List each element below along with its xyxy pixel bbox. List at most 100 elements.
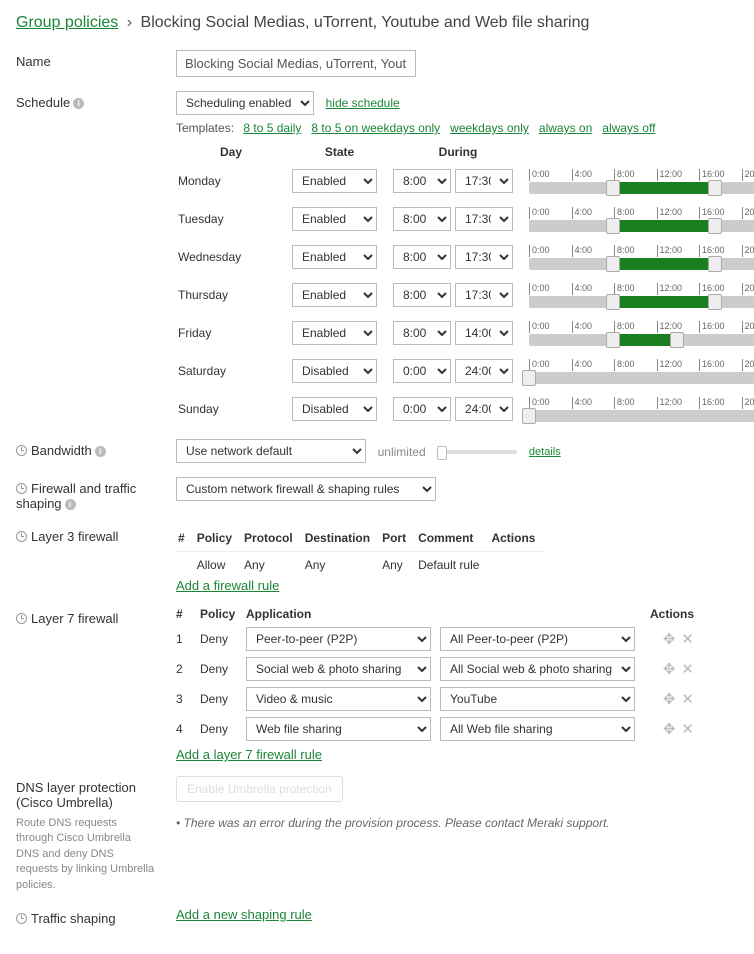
move-icon[interactable]: ✥: [663, 660, 676, 678]
move-icon[interactable]: ✥: [663, 690, 676, 708]
l7-app-select[interactable]: Social web & photo sharing: [246, 657, 431, 681]
timeline[interactable]: 0:004:008:0012:0016:0020:00: [529, 397, 754, 425]
dns-hint: Route DNS requests through Cisco Umbrell…: [16, 816, 156, 893]
template-link[interactable]: weekdays only: [450, 121, 529, 135]
fw-shaping-select[interactable]: Custom network firewall & shaping rules: [176, 477, 436, 501]
schedule-mode-select[interactable]: Scheduling enabled: [176, 91, 314, 115]
label-fw-shaping: Firewall and traffic shapingi: [16, 477, 176, 511]
breadcrumb: Group policies › Blocking Social Medias,…: [16, 14, 738, 32]
timeline-handle-start[interactable]: [606, 218, 620, 234]
time-to-select[interactable]: 24:00: [455, 359, 513, 383]
time-to-select[interactable]: 17:30: [455, 169, 513, 193]
timeline-handle-end[interactable]: [708, 218, 722, 234]
move-icon[interactable]: ✥: [663, 720, 676, 738]
timeline-handle-start[interactable]: [606, 294, 620, 310]
time-to-select[interactable]: 17:30: [455, 283, 513, 307]
clock-icon: [16, 913, 27, 924]
time-from-select[interactable]: 8:00: [393, 207, 451, 231]
template-link[interactable]: 8 to 5 daily: [243, 121, 301, 135]
l7-sub-select[interactable]: All Social web & photo sharing: [440, 657, 635, 681]
template-link[interactable]: 8 to 5 on weekdays only: [311, 121, 440, 135]
timeline-tick: 12:00: [657, 283, 700, 295]
timeline-handle-end[interactable]: [670, 332, 684, 348]
timeline-tick: 8:00: [614, 283, 657, 295]
time-from-select[interactable]: 0:00: [393, 359, 451, 383]
delete-icon[interactable]: ✕: [681, 720, 694, 738]
timeline-handle-start[interactable]: [522, 408, 536, 424]
l7-row: 4DenyWeb file sharingAll Web file sharin…: [176, 717, 738, 741]
hide-schedule-link[interactable]: hide schedule: [326, 96, 400, 110]
move-icon[interactable]: ✥: [663, 630, 676, 648]
timeline-tick: 20:00: [742, 321, 754, 333]
time-from-select[interactable]: 0:00: [393, 397, 451, 421]
l7-app-select[interactable]: Web file sharing: [246, 717, 431, 741]
time-from-select[interactable]: 8:00: [393, 283, 451, 307]
timeline-tick: 8:00: [614, 321, 657, 333]
l7-num: 2: [176, 662, 196, 676]
timeline[interactable]: 0:004:008:0012:0016:0020:00: [529, 245, 754, 273]
l7-policy: Deny: [200, 692, 242, 706]
l7-num: 4: [176, 722, 196, 736]
state-select[interactable]: Disabled: [292, 359, 377, 383]
timeline-handle-start[interactable]: [522, 370, 536, 386]
bandwidth-slider[interactable]: [437, 450, 517, 454]
info-icon[interactable]: i: [65, 499, 76, 510]
l7-row: 1DenyPeer-to-peer (P2P)All Peer-to-peer …: [176, 627, 738, 651]
timeline-handle-end[interactable]: [708, 180, 722, 196]
time-to-select[interactable]: 17:30: [455, 207, 513, 231]
timeline[interactable]: 0:004:008:0012:0016:0020:00: [529, 321, 754, 349]
timeline-tick: 8:00: [614, 245, 657, 257]
time-to-select[interactable]: 17:30: [455, 245, 513, 269]
time-to-select[interactable]: 14:00: [455, 321, 513, 345]
timeline[interactable]: 0:004:008:0012:0016:0020:00: [529, 359, 754, 387]
delete-icon[interactable]: ✕: [681, 630, 694, 648]
add-shaping-rule-link[interactable]: Add a new shaping rule: [176, 907, 312, 922]
label-schedule: Schedulei: [16, 91, 176, 110]
schedule-day: Friday: [176, 326, 286, 340]
timeline[interactable]: 0:004:008:0012:0016:0020:00: [529, 207, 754, 235]
timeline-tick: 20:00: [742, 207, 754, 219]
template-link[interactable]: always on: [539, 121, 592, 135]
schedule-day: Tuesday: [176, 212, 286, 226]
time-from-select[interactable]: 8:00: [393, 245, 451, 269]
timeline-handle-end[interactable]: [708, 294, 722, 310]
time-from-select[interactable]: 8:00: [393, 169, 451, 193]
delete-icon[interactable]: ✕: [681, 690, 694, 708]
add-l7-rule-link[interactable]: Add a layer 7 firewall rule: [176, 747, 322, 762]
template-link[interactable]: always off: [602, 121, 655, 135]
time-to-select[interactable]: 24:00: [455, 397, 513, 421]
name-input[interactable]: [176, 50, 416, 77]
state-select[interactable]: Enabled: [292, 321, 377, 345]
l7-app-select[interactable]: Peer-to-peer (P2P): [246, 627, 431, 651]
timeline-handle-start[interactable]: [606, 180, 620, 196]
add-l3-rule-link[interactable]: Add a firewall rule: [176, 578, 279, 593]
l7-sub-select[interactable]: All Web file sharing: [440, 717, 635, 741]
timeline[interactable]: 0:004:008:0012:0016:0020:00: [529, 169, 754, 197]
state-select[interactable]: Enabled: [292, 169, 377, 193]
timeline-handle-end[interactable]: [708, 256, 722, 272]
time-from-select[interactable]: 8:00: [393, 321, 451, 345]
label-dns: DNS layer protection (Cisco Umbrella) Ro…: [16, 776, 176, 893]
delete-icon[interactable]: ✕: [681, 660, 694, 678]
bandwidth-select[interactable]: Use network default: [176, 439, 366, 463]
info-icon[interactable]: i: [73, 98, 84, 109]
info-icon[interactable]: i: [95, 446, 106, 457]
state-select[interactable]: Enabled: [292, 207, 377, 231]
timeline-tick: 0:00: [529, 245, 572, 257]
bandwidth-details-link[interactable]: details: [529, 446, 561, 458]
label-traffic: Traffic shaping: [16, 907, 176, 926]
l7-app-select[interactable]: Video & music: [246, 687, 431, 711]
l7-sub-select[interactable]: All Peer-to-peer (P2P): [440, 627, 635, 651]
state-select[interactable]: Enabled: [292, 283, 377, 307]
l7-sub-select[interactable]: YouTube: [440, 687, 635, 711]
timeline-tick: 16:00: [699, 321, 742, 333]
timeline-handle-start[interactable]: [606, 332, 620, 348]
state-select[interactable]: Enabled: [292, 245, 377, 269]
dns-error: • There was an error during the provisio…: [176, 816, 738, 830]
timeline-handle-start[interactable]: [606, 256, 620, 272]
state-select[interactable]: Disabled: [292, 397, 377, 421]
timeline-tick: 16:00: [699, 359, 742, 371]
timeline-tick: 12:00: [657, 397, 700, 409]
breadcrumb-root[interactable]: Group policies: [16, 14, 118, 31]
timeline[interactable]: 0:004:008:0012:0016:0020:00: [529, 283, 754, 311]
